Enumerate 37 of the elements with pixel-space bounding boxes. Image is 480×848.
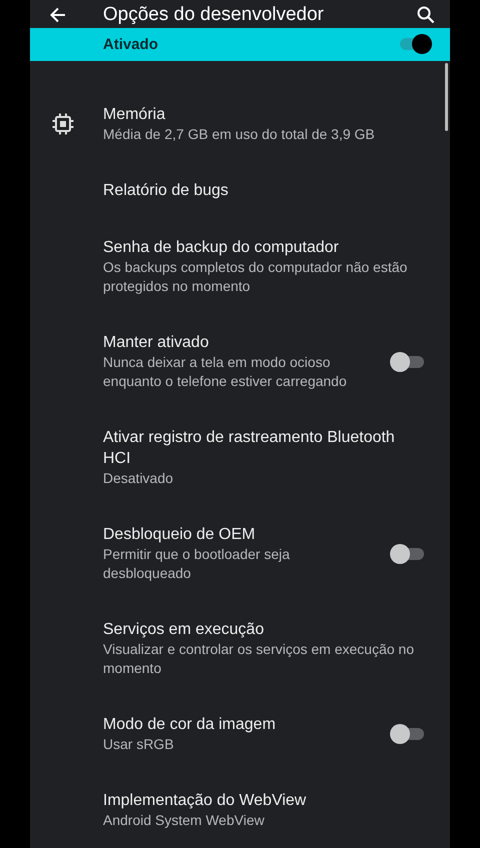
setting-summary: Os backups completos do computador não estão protegidos no momento — [103, 258, 408, 296]
setting-item[interactable]: Serviços em execução Visualizar e controlar os serviços em execução no momento — [30, 601, 450, 696]
toggle-switch[interactable] — [390, 352, 424, 372]
setting-summary: Usar sRGB — [103, 735, 175, 754]
setting-item[interactable]: Implementação do WebView Android System WebView — [30, 772, 450, 848]
setting-item[interactable]: Desbloqueio de OEM Permitir que o bootloader seja desbloqueado — [30, 506, 450, 601]
setting-summary: Desativado — [103, 469, 174, 488]
toggle-switch[interactable] — [390, 544, 424, 564]
setting-title: Modo de cor da imagem — [103, 715, 277, 735]
setting-title: Relatório de bugs — [103, 181, 230, 201]
setting-title: Implementação do WebView — [103, 791, 308, 811]
setting-item[interactable]: Senha de backup do computador Os backups completos do computador não estão protegidos no momento — [30, 219, 450, 314]
master-switch-bar[interactable]: Ativado — [30, 28, 450, 61]
setting-summary: Média de 2,7 GB em uso do total de 3,9 GB — [103, 125, 376, 144]
search-icon[interactable] — [416, 5, 436, 25]
setting-summary: Permitir que o bootloader seja desbloqueado — [103, 545, 291, 583]
toggle-switch[interactable] — [398, 34, 432, 54]
setting-summary: Android System WebView — [103, 811, 266, 830]
setting-title: Senha de backup do computador — [103, 238, 340, 258]
back-arrow-icon[interactable] — [48, 5, 68, 25]
setting-item[interactable]: Relatório de bugs — [30, 162, 450, 219]
setting-title: Ativar registro de rastreamento Bluetooth HCI — [103, 428, 396, 469]
setting-item[interactable]: Memória Média de 2,7 GB em uso do total de 3,9 GB — [30, 86, 450, 162]
setting-title: Serviços em execução — [103, 620, 265, 640]
toggle-switch[interactable] — [390, 724, 424, 744]
screen-title: Opções do desenvolvedor — [103, 4, 325, 26]
chip-icon — [50, 112, 74, 136]
setting-item[interactable]: Ativar registro de rastreamento Bluetooth HCI Desativado — [30, 409, 450, 506]
scroll-bar — [445, 63, 448, 131]
setting-summary: Nunca deixar a tela em modo ocioso enquanto o telefone estiver carregando — [103, 353, 348, 391]
setting-item[interactable]: Modo de cor da imagem Usar sRGB — [30, 696, 450, 772]
setting-title: Desbloqueio de OEM — [103, 525, 256, 545]
setting-item[interactable]: Manter ativado Nunca deixar a tela em modo ocioso enquanto o telefone estiver carregando — [30, 314, 450, 409]
setting-title: Memória — [103, 105, 166, 125]
master-switch-label: Ativado — [103, 36, 160, 53]
setting-summary: Visualizar e controlar os serviços em execução no momento — [103, 640, 416, 678]
setting-title: Manter ativado — [103, 333, 210, 353]
